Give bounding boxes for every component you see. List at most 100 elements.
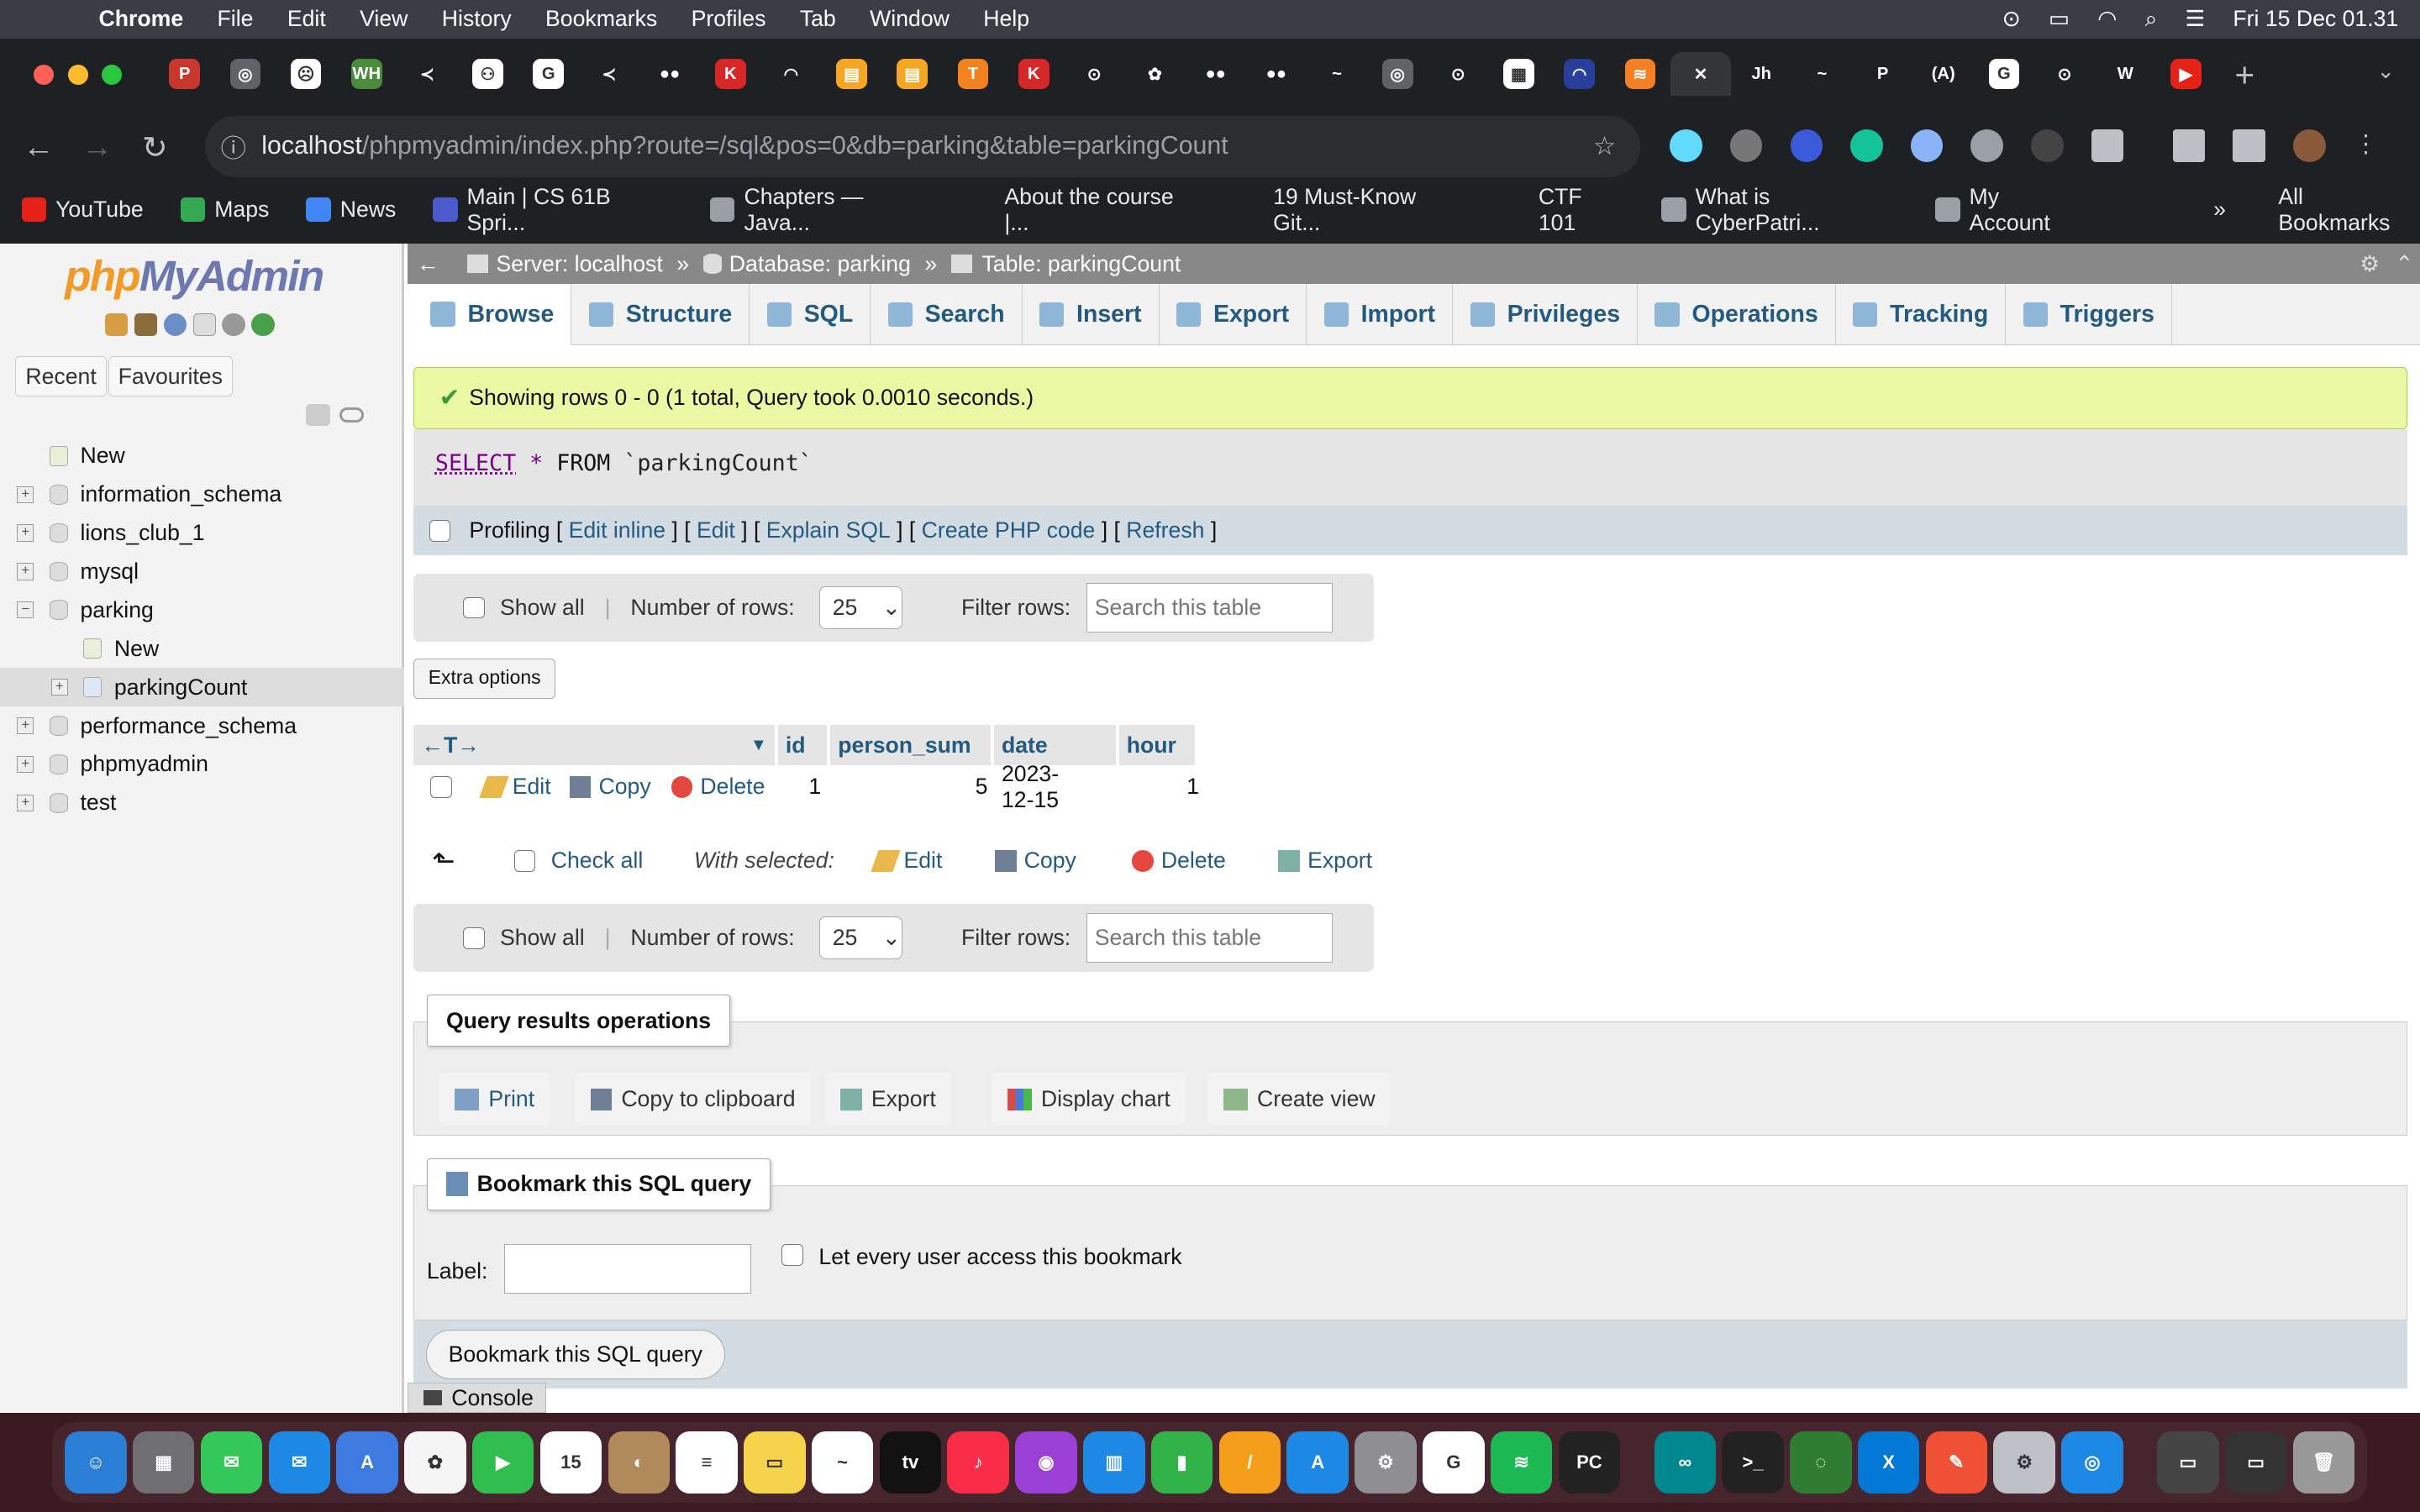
- bookmark-item[interactable]: 19 Must-Know Git...: [1239, 184, 1468, 236]
- browser-tab[interactable]: ▦: [1488, 52, 1549, 95]
- bookmark-item[interactable]: YouTube: [21, 197, 144, 223]
- breadcrumb-table[interactable]: Table: parkingCount: [981, 251, 1181, 277]
- browser-tab[interactable]: ◎: [1367, 52, 1428, 95]
- export-results-button[interactable]: Export: [824, 1073, 952, 1126]
- settings-gear-icon[interactable]: ⚙: [2360, 251, 2380, 277]
- bulk-copy-button[interactable]: Copy: [994, 848, 1076, 874]
- tab-export[interactable]: Export: [1160, 283, 1307, 346]
- tab-search-button[interactable]: ⌄: [2377, 59, 2396, 84]
- filter-rows-input[interactable]: Search this table: [1086, 913, 1334, 963]
- dock-app-icon[interactable]: ≋: [1490, 1431, 1553, 1494]
- cell-person-sum[interactable]: 5: [957, 774, 988, 800]
- dock-app-icon[interactable]: 🗑: [2292, 1431, 2355, 1494]
- dock-app-icon[interactable]: ∞: [1654, 1431, 1716, 1494]
- hls-extension-icon[interactable]: [1790, 129, 1823, 162]
- new-tab-button[interactable]: +: [2235, 55, 2255, 95]
- menu-view[interactable]: View: [360, 6, 408, 32]
- bookmark-item[interactable]: Chapters — Java...: [710, 184, 934, 236]
- favourites-button[interactable]: Favourites: [108, 356, 233, 397]
- logout-icon[interactable]: [134, 312, 158, 337]
- column-header-id[interactable]: id: [777, 725, 828, 765]
- browser-tab[interactable]: G: [1974, 52, 2034, 95]
- clock[interactable]: Fri 15 Dec 01.31: [2233, 6, 2398, 32]
- copy-to-clipboard-button[interactable]: Copy to clipboard: [575, 1073, 811, 1126]
- bookmark-star-icon[interactable]: ☆: [1593, 132, 1616, 161]
- browser-tab[interactable]: ⚇: [458, 52, 518, 95]
- tree-node[interactable]: + performance_schema: [0, 706, 404, 745]
- browser-tab[interactable]: ●●: [1186, 52, 1246, 95]
- create-php-code-link[interactable]: Create PHP code: [922, 517, 1096, 543]
- browser-tab[interactable]: ●●: [1246, 52, 1307, 95]
- dock-app-icon[interactable]: /: [1218, 1431, 1281, 1494]
- reload-button[interactable]: ↻: [142, 129, 168, 165]
- browser-tab[interactable]: (A): [1913, 52, 1974, 95]
- profiling-checkbox[interactable]: [429, 519, 451, 542]
- dock-app-icon[interactable]: ≡: [676, 1431, 738, 1494]
- battery-icon[interactable]: ▭: [2049, 6, 2070, 32]
- bulk-export-button[interactable]: Export: [1278, 848, 1372, 874]
- browser-tab[interactable]: P: [155, 52, 215, 95]
- tab-structure[interactable]: Structure: [571, 283, 750, 346]
- tree-node-label[interactable]: phpmyadmin: [81, 751, 208, 777]
- bulk-delete-button[interactable]: Delete: [1131, 848, 1226, 874]
- tree-node[interactable]: + mysql: [0, 552, 404, 591]
- tree-node-label[interactable]: New: [114, 636, 159, 662]
- tab-tracking[interactable]: Tracking: [1836, 283, 2007, 346]
- breadcrumb-database[interactable]: Database: parking: [729, 251, 911, 277]
- tree-node[interactable]: New: [0, 629, 404, 668]
- tab-insert[interactable]: Insert: [1023, 283, 1160, 346]
- bookmarks-overflow-button[interactable]: »: [2213, 197, 2226, 223]
- browser-tab[interactable]: P: [1852, 52, 1912, 95]
- browser-tab[interactable]: ~: [1307, 52, 1367, 95]
- show-all-label[interactable]: Show all: [500, 925, 585, 951]
- tree-node[interactable]: + test: [0, 784, 404, 822]
- dock-app-icon[interactable]: ~: [811, 1431, 874, 1494]
- dock-app-icon[interactable]: ▦: [132, 1431, 195, 1494]
- filter-rows-input[interactable]: Search this table: [1086, 583, 1334, 633]
- browser-tab[interactable]: ☹: [276, 52, 336, 95]
- dock-app-icon[interactable]: >_: [1722, 1431, 1784, 1494]
- dock-app-icon[interactable]: ✎: [1925, 1431, 1988, 1494]
- bookmark-item[interactable]: My Account: [1935, 184, 2083, 236]
- all-bookmarks-button[interactable]: All Bookmarks: [2278, 184, 2420, 236]
- browser-tab[interactable]: ≋: [1610, 52, 1670, 95]
- react-devtools-icon[interactable]: [1670, 129, 1702, 162]
- browser-tab[interactable]: ▤: [882, 52, 943, 95]
- play-icon[interactable]: ⊙: [2002, 6, 2021, 32]
- browser-tab[interactable]: WH: [336, 52, 397, 95]
- expand-icon[interactable]: +: [50, 679, 68, 696]
- console-tab[interactable]: Console: [407, 1382, 547, 1414]
- tab-privileges[interactable]: Privileges: [1453, 283, 1639, 346]
- browser-tab[interactable]: ◠: [760, 52, 821, 95]
- close-window-button[interactable]: [34, 65, 55, 85]
- cell-date[interactable]: 2023-12-15: [1002, 761, 1059, 813]
- tree-node-label[interactable]: information_schema: [81, 481, 282, 507]
- expand-icon[interactable]: +: [17, 486, 34, 503]
- profile-avatar[interactable]: [2293, 129, 2326, 162]
- collapse-all-icon[interactable]: [305, 404, 331, 426]
- collapse-icon[interactable]: −: [17, 601, 34, 619]
- bookmark-submit-button[interactable]: Bookmark this SQL query: [425, 1330, 725, 1379]
- column-header-date[interactable]: date: [993, 725, 1116, 765]
- check-all-checkbox[interactable]: [513, 850, 536, 872]
- expand-icon[interactable]: +: [17, 524, 34, 542]
- show-all-label[interactable]: Show all: [500, 595, 585, 621]
- dock-app-icon[interactable]: ✿: [404, 1431, 466, 1494]
- cell-hour[interactable]: 1: [1184, 774, 1199, 800]
- tree-node[interactable]: + parkingCount: [0, 668, 405, 707]
- dock-app-icon[interactable]: PC: [1558, 1431, 1621, 1494]
- dock-app-icon[interactable]: ▭: [744, 1431, 806, 1494]
- dock-app-icon[interactable]: ▭: [2157, 1431, 2219, 1494]
- tab-import[interactable]: Import: [1307, 283, 1454, 346]
- browser-tab[interactable]: ●●: [639, 52, 700, 95]
- help-icon[interactable]: [163, 312, 187, 337]
- settings-gear-icon[interactable]: [222, 312, 245, 337]
- recent-button[interactable]: Recent: [15, 356, 107, 397]
- minimize-window-button[interactable]: [67, 65, 88, 85]
- browser-tab[interactable]: ≺: [579, 52, 639, 95]
- tree-node[interactable]: + lions_club_1: [0, 514, 404, 553]
- dock-app-icon[interactable]: ◉: [1015, 1431, 1077, 1494]
- expand-icon[interactable]: +: [17, 794, 34, 811]
- dock-app-icon[interactable]: ♪: [947, 1431, 1009, 1494]
- extensions-puzzle-icon[interactable]: [2091, 129, 2124, 162]
